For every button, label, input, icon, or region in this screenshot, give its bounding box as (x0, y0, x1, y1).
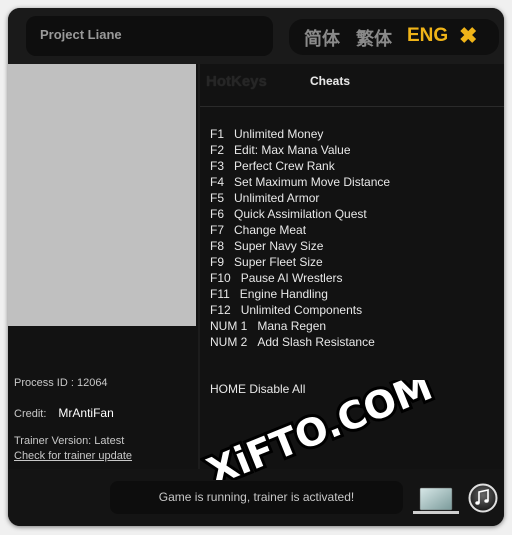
cheat-item[interactable]: F9 Super Fleet Size (210, 254, 390, 270)
bottom-bar: Game is running, trainer is activated! (8, 469, 504, 526)
cheat-item[interactable]: F7 Change Meat (210, 222, 390, 238)
trainer-window: Project Liane 简体 繁体 ENG ✖ Process ID : 1… (8, 8, 504, 526)
lang-traditional-chinese[interactable]: 繁体 (356, 25, 392, 51)
window-title: Project Liane (40, 27, 122, 42)
cheat-label: Edit: Max Mana Value (234, 143, 351, 157)
cheat-label: Mana Regen (257, 319, 327, 333)
cheat-label: Change Meat (234, 223, 307, 237)
process-id: Process ID : 12064 (14, 377, 108, 389)
cheat-list: F1 Unlimited Money F2 Edit: Max Mana Value F… (210, 126, 390, 350)
cheat-hotkey: F6 (210, 207, 225, 221)
credit-value: MrAntiFan (58, 406, 114, 420)
cheat-hotkey: F1 (210, 127, 225, 141)
cheat-label: Perfect Crew Rank (234, 159, 335, 173)
cheat-item[interactable]: F10 Pause AI Wrestlers (210, 270, 390, 286)
cheat-label: Unlimited Components (240, 303, 363, 317)
cheat-item[interactable]: F3 Perfect Crew Rank (210, 158, 390, 174)
cheat-item[interactable]: NUM 2 Add Slash Resistance (210, 334, 390, 350)
cheat-item[interactable]: F8 Super Navy Size (210, 238, 390, 254)
cheat-label: Super Fleet Size (234, 255, 323, 269)
cheat-hotkey: F7 (210, 223, 225, 237)
cheat-hotkey: F10 (210, 271, 231, 285)
cheat-label: Super Navy Size (234, 239, 324, 253)
cheat-hotkey: F2 (210, 143, 225, 157)
music-icon[interactable] (468, 483, 498, 513)
cheat-label: Engine Handling (239, 287, 328, 301)
cheat-item[interactable]: NUM 1 Mana Regen (210, 318, 390, 334)
close-icon[interactable]: ✖ (459, 23, 477, 49)
cheat-label: Quick Assimilation Quest (234, 207, 367, 221)
trainer-version: Trainer Version: Latest (14, 435, 125, 447)
cheat-hotkey: F12 (210, 303, 231, 317)
lang-simplified-chinese[interactable]: 简体 (304, 25, 340, 51)
cheat-hotkey: NUM 1 (210, 319, 248, 333)
cheat-item[interactable]: F4 Set Maximum Move Distance (210, 174, 390, 190)
cheat-label: Pause AI Wrestlers (240, 271, 343, 285)
cheat-hotkey: F5 (210, 191, 225, 205)
cheat-label: Set Maximum Move Distance (234, 175, 391, 189)
status-box: Game is running, trainer is activated! (110, 481, 403, 514)
left-panel: Process ID : 12064 Credit: MrAntiFan Trai… (8, 64, 200, 469)
tab-cheats[interactable]: Cheats (310, 73, 350, 89)
cheat-item[interactable]: F1 Unlimited Money (210, 126, 390, 142)
cheat-label: Unlimited Money (234, 127, 324, 141)
cheat-item[interactable]: F6 Quick Assimilation Quest (210, 206, 390, 222)
cheat-item[interactable]: F11 Engine Handling (210, 286, 390, 302)
right-panel: HotKeys Cheats F1 Unlimited Money F2 Edit: … (200, 64, 504, 469)
lang-english[interactable]: ENG (407, 25, 448, 47)
cheat-item[interactable]: F12 Unlimited Components (210, 302, 390, 318)
disable-all-hotkey[interactable]: HOME Disable All (210, 382, 305, 396)
game-cover-image (8, 64, 196, 326)
cheat-item[interactable]: F2 Edit: Max Mana Value (210, 142, 390, 158)
tab-hotkeys[interactable]: HotKeys (206, 73, 267, 90)
tab-bar: HotKeys Cheats (200, 64, 504, 107)
cheat-hotkey: NUM 2 (210, 335, 248, 349)
cheat-label: Add Slash Resistance (257, 335, 375, 349)
cheat-hotkey: F9 (210, 255, 225, 269)
cheat-hotkey: F3 (210, 159, 225, 173)
credit: Credit: MrAntiFan (14, 406, 114, 420)
language-selector: 简体 繁体 ENG ✖ (289, 19, 499, 55)
cheat-item[interactable]: F5 Unlimited Armor (210, 190, 390, 206)
title-bar: Project Liane 简体 繁体 ENG ✖ (8, 8, 504, 64)
laptop-icon[interactable] (412, 486, 460, 516)
cheat-hotkey: F11 (210, 287, 230, 301)
status-text: Game is running, trainer is activated! (158, 490, 355, 504)
cheat-hotkey: F8 (210, 239, 225, 253)
title-box: Project Liane (26, 16, 273, 56)
cheat-label: Unlimited Armor (234, 191, 320, 205)
credit-label: Credit: (14, 408, 47, 420)
cheat-hotkey: F4 (210, 175, 225, 189)
check-update-link[interactable]: Check for trainer update (14, 450, 132, 462)
